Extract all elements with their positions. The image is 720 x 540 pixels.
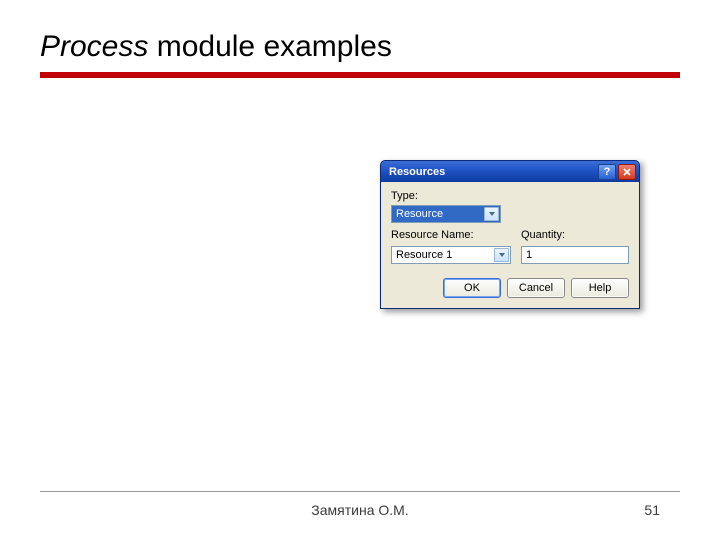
quantity-label: Quantity: [521,229,629,241]
type-combo[interactable]: Resource [391,205,501,223]
close-icon[interactable] [618,164,636,180]
page-title: Process module examples [40,30,680,64]
quantity-input[interactable]: 1 [521,246,629,264]
dialog-body: Type: Resource Resource Name: Quantity: … [380,182,640,309]
slide: Process module examples Resources ? Type… [0,0,720,540]
resource-name-label: Resource Name: [391,229,511,241]
resource-name-combo[interactable]: Resource 1 [391,246,511,264]
page-number: 51 [644,502,660,518]
left-placeholder [55,145,305,385]
dialog-button-row: OK Cancel Help [391,278,629,298]
resources-dialog: Resources ? Type: Resource Resource Name… [380,160,640,309]
resource-name-value: Resource 1 [396,249,452,261]
quantity-value: 1 [526,249,532,261]
chevron-down-icon[interactable] [484,207,499,221]
title-italic: Process [40,30,148,63]
cancel-button[interactable]: Cancel [507,278,565,298]
footer-author: Замятина О.М. [0,502,720,518]
dialog-titlebar[interactable]: Resources ? [380,160,640,182]
chevron-down-icon[interactable] [494,248,509,262]
ok-button[interactable]: OK [443,278,501,298]
dialog-title: Resources [389,166,596,178]
titlebar-help-button[interactable]: ? [598,164,616,180]
help-button[interactable]: Help [571,278,629,298]
footer-rule [40,491,680,492]
type-label: Type: [391,190,629,202]
type-combo-value: Resource [396,208,443,220]
title-rest: module examples [148,30,391,63]
title-rule [40,72,680,78]
